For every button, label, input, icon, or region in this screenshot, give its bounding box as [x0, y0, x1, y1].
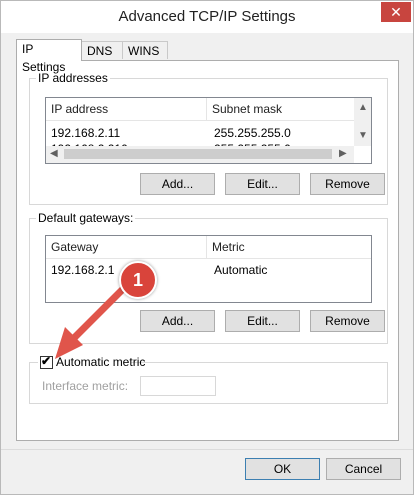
- step-number-badge: 1: [119, 261, 157, 299]
- tab-ip-settings[interactable]: IP Settings: [16, 39, 82, 74]
- advanced-tcpip-dialog: Advanced TCP/IP Settings ✕ IP Settings D…: [0, 0, 414, 495]
- arrow-shaft: [67, 282, 130, 345]
